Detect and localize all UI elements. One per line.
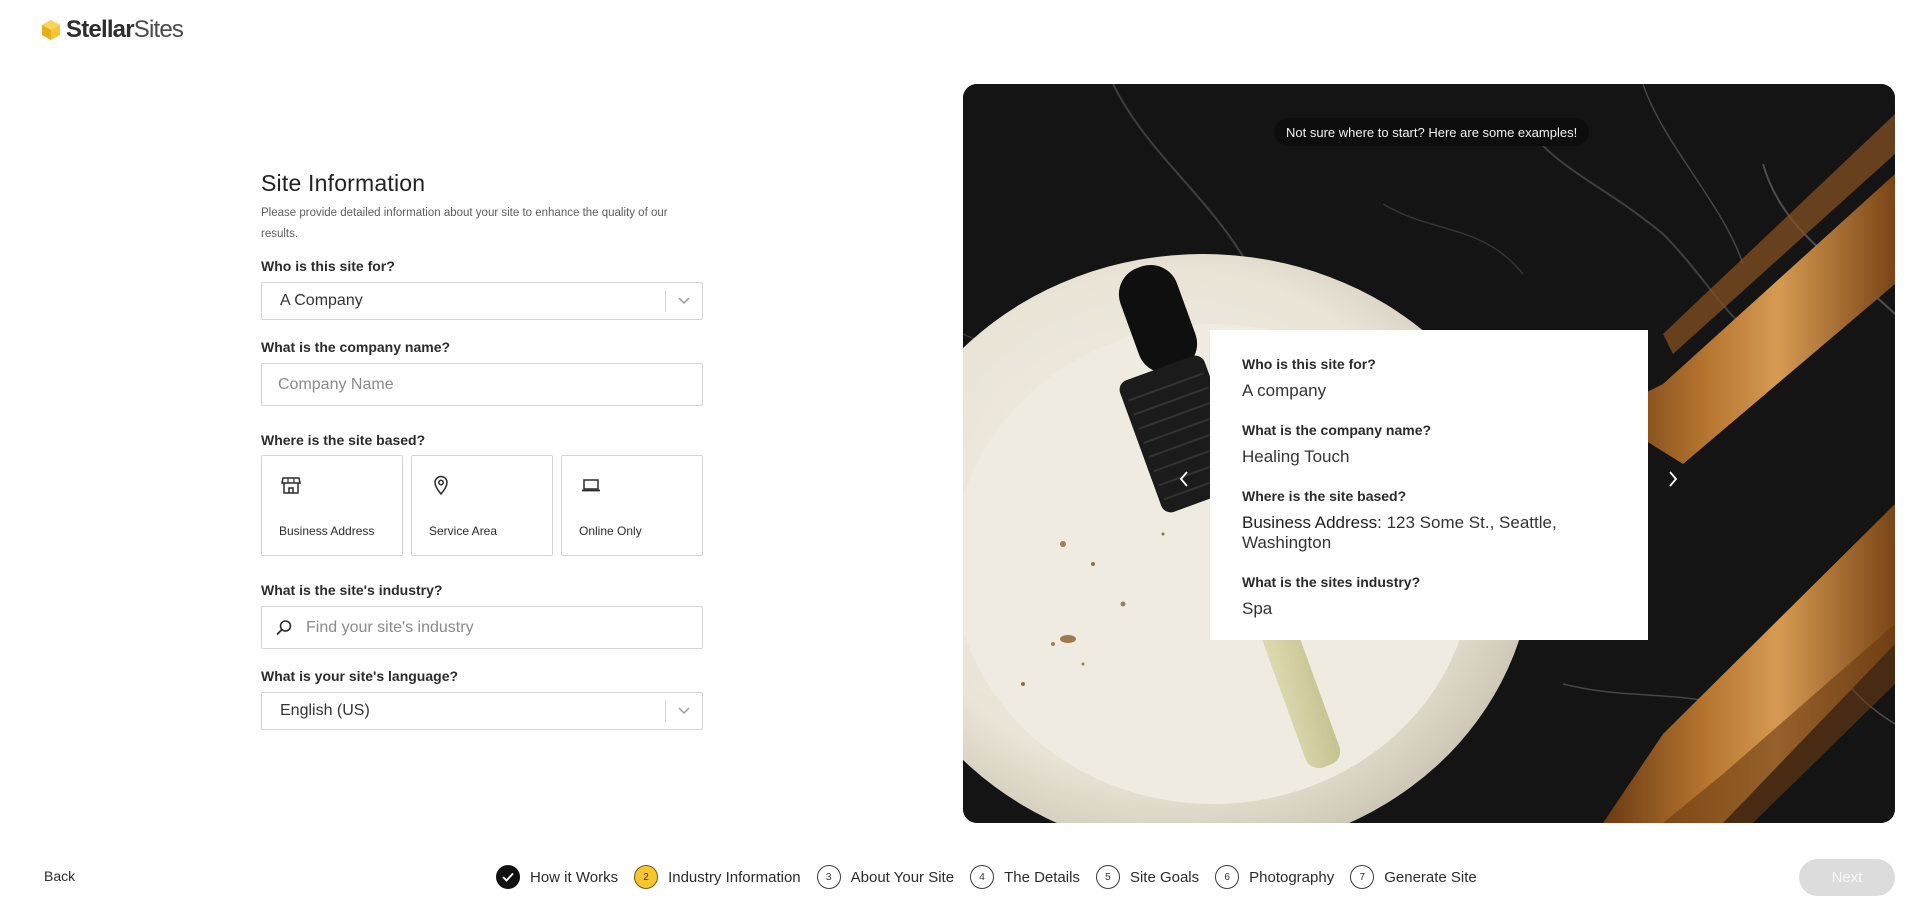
example-card: Who is this site for? A company What is … — [1210, 330, 1648, 640]
step-label: How it Works — [530, 868, 619, 886]
step-progress: How it Works 2 Industry Information 3 Ab… — [496, 865, 1493, 889]
who-label: Who is this site for? — [261, 258, 395, 274]
next-button[interactable]: Next — [1799, 859, 1895, 896]
example-answer: A company — [1242, 381, 1327, 400]
examples-tip: Not sure where to start? Here are some e… — [1274, 118, 1590, 146]
based-label: Where is the site based? — [261, 432, 426, 448]
step-industry-information[interactable]: 2 Industry Information — [634, 865, 801, 889]
step-number: 2 — [634, 865, 659, 889]
example-question: What is the sites industry? — [1242, 574, 1421, 590]
chevron-right-icon — [1669, 471, 1678, 487]
company-name-input[interactable] — [261, 363, 703, 406]
check-icon — [496, 865, 520, 889]
step-how-it-works[interactable]: How it Works — [496, 865, 618, 889]
brand-name: StellarSites — [66, 16, 184, 43]
step-number: 7 — [1350, 865, 1375, 889]
step-label: Site Goals — [1129, 868, 1200, 886]
search-icon — [276, 619, 292, 635]
step-number: 6 — [1215, 865, 1240, 889]
industry-search[interactable] — [261, 606, 703, 649]
example-answer: Healing Touch — [1242, 447, 1350, 466]
industry-search-input[interactable] — [294, 618, 702, 637]
step-label: Generate Site — [1384, 868, 1477, 886]
step-site-goals[interactable]: 5 Site Goals — [1095, 865, 1200, 889]
step-number: 5 — [1095, 865, 1120, 889]
example-answer-prefix: Business Address: — [1242, 513, 1382, 532]
page-description: Please provide detailed information abou… — [261, 207, 668, 240]
industry-label: What is the site's industry? — [261, 582, 443, 598]
option-online-only[interactable]: Online Only — [561, 455, 703, 556]
step-number: 4 — [970, 865, 995, 889]
page-title: Site Information — [261, 170, 426, 196]
example-question: Who is this site for? — [1242, 356, 1376, 372]
step-label: About Your Site — [850, 868, 955, 886]
step-number: 3 — [816, 865, 841, 889]
language-label: What is your site's language? — [261, 668, 459, 684]
language-select-value: English (US) — [280, 702, 370, 719]
step-photography[interactable]: 6 Photography — [1215, 865, 1334, 889]
logo: StellarSites — [40, 16, 184, 44]
option-label: Online Only — [579, 524, 642, 538]
option-label: Business Address — [279, 524, 375, 538]
carousel-next-button[interactable] — [1663, 469, 1683, 489]
example-answer: Business Address: 123 Some St., Seattle,… — [1242, 513, 1616, 553]
carousel-prev-button[interactable] — [1174, 469, 1194, 489]
step-the-details[interactable]: 4 The Details — [970, 865, 1080, 889]
example-question: What is the company name? — [1242, 422, 1432, 438]
back-button[interactable]: Back — [44, 868, 75, 884]
option-business-address[interactable]: Business Address — [261, 455, 403, 556]
chevron-down-icon[interactable] — [666, 297, 702, 305]
option-label: Service Area — [429, 524, 498, 538]
example-carousel: Not sure where to start? Here are some e… — [963, 84, 1895, 823]
option-service-area[interactable]: Service Area — [411, 455, 553, 556]
store-icon — [281, 477, 301, 494]
step-label: Photography — [1249, 868, 1335, 886]
example-question: Where is the site based? — [1242, 488, 1407, 504]
map-pin-icon — [434, 475, 448, 496]
chevron-left-icon — [1179, 471, 1188, 487]
logo-icon — [42, 20, 60, 40]
step-generate-site[interactable]: 7 Generate Site — [1350, 865, 1477, 889]
company-label: What is the company name? — [261, 339, 451, 355]
chevron-down-icon[interactable] — [666, 707, 702, 715]
step-about-your-site[interactable]: 3 About Your Site — [816, 865, 955, 889]
step-label: Industry Information — [668, 868, 801, 886]
language-select[interactable]: English (US) — [261, 692, 703, 730]
step-label: The Details — [1004, 868, 1080, 886]
site-information-form: Site Information Please provide detailed… — [261, 170, 703, 730]
who-select-value: A Company — [280, 292, 363, 309]
location-options: Business Address Service Area Online Onl… — [261, 455, 703, 556]
laptop-icon — [582, 479, 600, 492]
who-select[interactable]: A Company — [261, 282, 703, 320]
example-answer: Spa — [1242, 599, 1273, 618]
